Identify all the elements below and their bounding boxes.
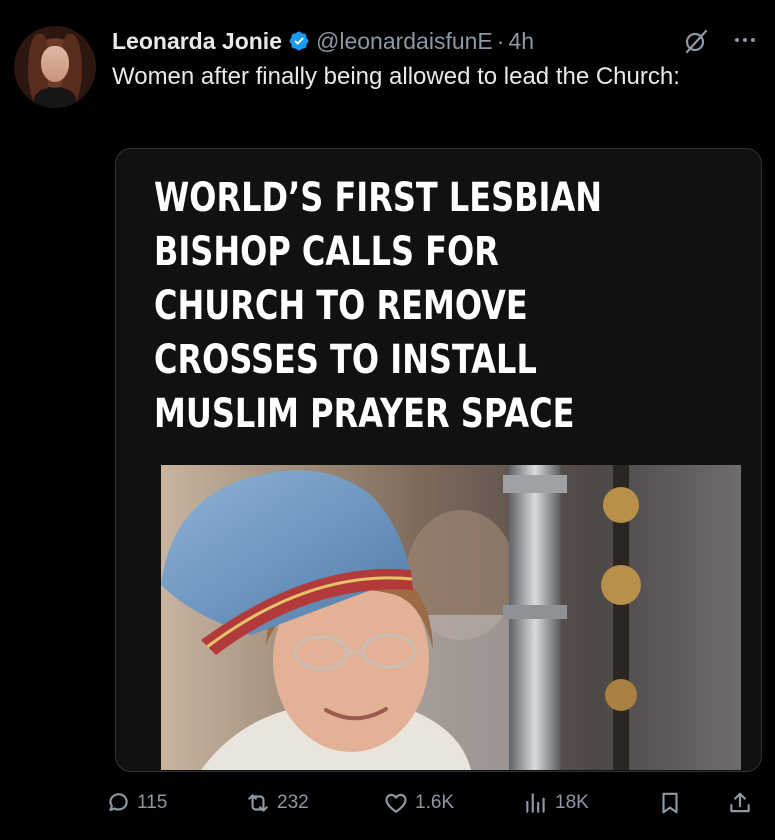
tweet: Leonarda Jonie @leonardaisfunE · 4h Wome… xyxy=(0,0,775,840)
avatar-face xyxy=(41,46,69,82)
timestamp[interactable]: 4h xyxy=(508,28,534,55)
reply-icon xyxy=(109,793,128,812)
author-name[interactable]: Leonarda Jonie xyxy=(112,28,282,55)
avatar[interactable] xyxy=(14,26,96,108)
views-icon xyxy=(526,793,545,813)
share-icon xyxy=(730,792,750,813)
separator: · xyxy=(496,27,505,54)
more-options-icon[interactable] xyxy=(728,28,764,52)
views-count: 18K xyxy=(555,792,589,813)
share-button[interactable] xyxy=(727,787,759,819)
bookmark-icon xyxy=(662,792,678,814)
like-count: 1.6K xyxy=(415,792,455,813)
reply-count: 115 xyxy=(137,792,168,813)
media-headline: WORLD’S FIRST LESBIAN BISHOP CALLS FOR C… xyxy=(154,175,602,437)
repost-icon xyxy=(248,794,268,812)
author-handle[interactable]: @leonardaisfunE xyxy=(316,28,493,55)
media-card[interactable]: WORLD’S FIRST LESBIAN BISHOP CALLS FOR C… xyxy=(115,148,762,772)
grok-icon[interactable] xyxy=(682,27,710,55)
like-icon xyxy=(385,793,407,813)
bishop-photo xyxy=(161,465,741,770)
like-button[interactable]: 1.6K xyxy=(383,787,454,819)
views-button[interactable]: 18K xyxy=(523,787,589,819)
avatar-clothing xyxy=(34,88,76,108)
reply-button[interactable]: 115 xyxy=(105,787,167,819)
bookmark-button[interactable] xyxy=(657,787,689,819)
tweet-text: Women after finally being allowed to lea… xyxy=(112,63,680,90)
tweet-header: Leonarda Jonie @leonardaisfunE · 4h xyxy=(112,25,534,57)
action-bar: 115 232 1.6K 18K xyxy=(105,787,765,819)
repost-count: 232 xyxy=(277,792,309,813)
verified-badge-icon[interactable] xyxy=(288,30,310,52)
repost-button[interactable]: 232 xyxy=(245,787,309,819)
